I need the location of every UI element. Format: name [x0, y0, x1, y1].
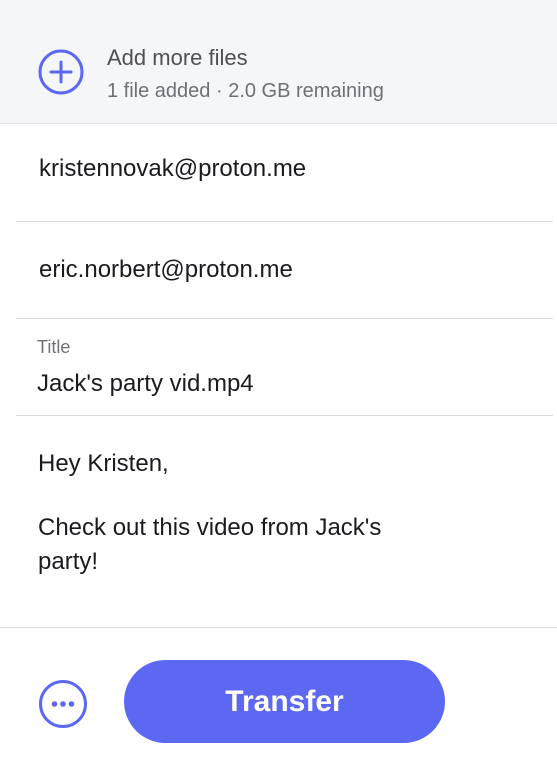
- title-field-value: Jack's party vid.mp4: [37, 370, 254, 397]
- files-status-text: 1 file added · 2.0 GB remaining: [107, 80, 384, 102]
- transfer-button[interactable]: Transfer: [124, 660, 445, 743]
- plus-circle-icon[interactable]: [38, 49, 84, 95]
- recipient-field[interactable]: kristennovak@proton.me: [16, 124, 553, 222]
- more-options-icon[interactable]: [38, 679, 88, 729]
- add-more-files-button[interactable]: Add more files 1 file added · 2.0 GB rem…: [0, 0, 557, 124]
- title-field[interactable]: Title Jack's party vid.mp4: [16, 319, 553, 416]
- add-files-title: Add more files: [107, 45, 248, 70]
- transfer-form-screen: Add more files 1 file added · 2.0 GB rem…: [0, 0, 557, 768]
- message-line: party!: [38, 548, 99, 575]
- recipient-email: eric.norbert@proton.me: [39, 256, 293, 283]
- message-textarea[interactable]: Hey Kristen, Check out this video from J…: [0, 416, 557, 628]
- recipient-email: kristennovak@proton.me: [39, 155, 307, 182]
- message-line: Check out this video from Jack's: [38, 514, 382, 541]
- title-field-label: Title: [37, 337, 71, 357]
- message-line: Hey Kristen,: [38, 450, 169, 477]
- recipient-field[interactable]: eric.norbert@proton.me: [16, 222, 553, 319]
